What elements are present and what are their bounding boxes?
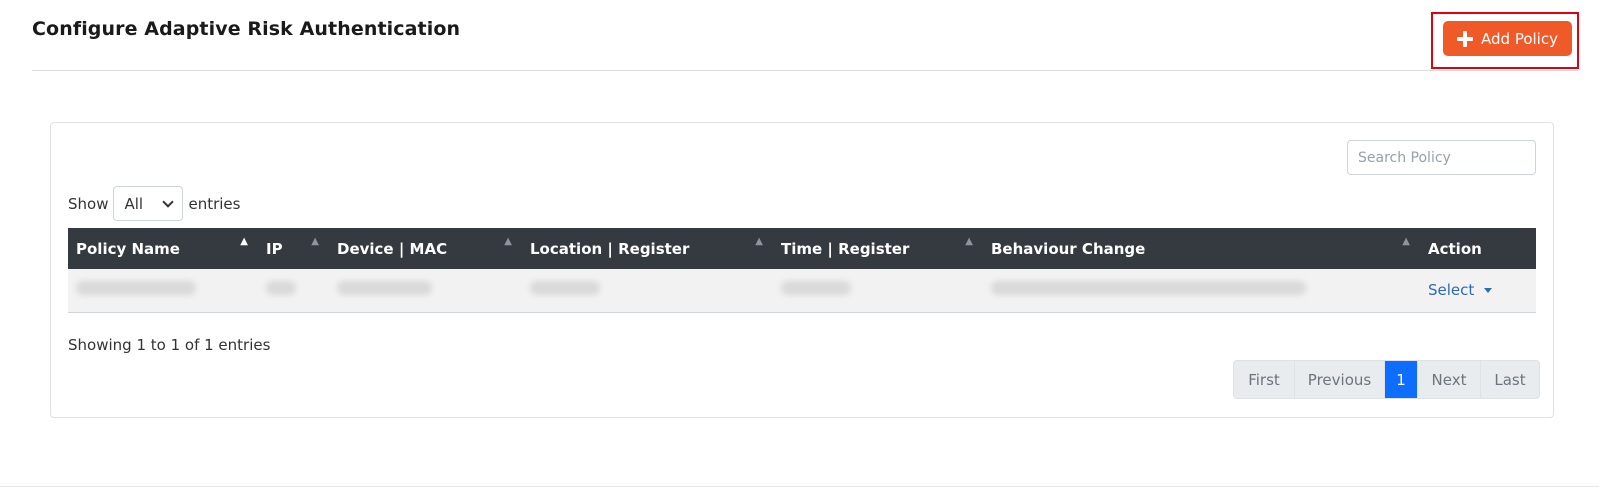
column-header-policy-name[interactable]: Policy Name ▲ — [68, 228, 258, 269]
cell-behaviour-redacted — [983, 269, 1420, 313]
column-header-behaviour-change[interactable]: Behaviour Change ▲ — [983, 228, 1420, 269]
sort-icon: ▲ — [755, 236, 763, 247]
pagination: First Previous 1 Next Last — [1233, 360, 1540, 399]
column-header-time-register[interactable]: Time | Register ▲ — [773, 228, 983, 269]
entries-length-control: Show All entries — [68, 186, 240, 221]
chevron-down-icon — [162, 195, 175, 208]
sort-icon: ▲ — [965, 236, 973, 247]
column-header-device-mac[interactable]: Device | MAC ▲ — [329, 228, 522, 269]
column-header-location-register[interactable]: Location | Register ▲ — [522, 228, 773, 269]
pagination-page-1[interactable]: 1 — [1384, 361, 1417, 398]
cell-policy-name-redacted — [68, 269, 258, 313]
show-label: Show — [68, 194, 109, 213]
entries-label: entries — [188, 194, 241, 213]
pagination-next[interactable]: Next — [1417, 361, 1480, 398]
cell-action: Select — [1420, 269, 1536, 313]
row-action-select[interactable]: Select — [1428, 281, 1493, 299]
redacted-text — [991, 281, 1306, 296]
table-row: Select — [68, 269, 1536, 313]
add-policy-label: Add Policy — [1481, 29, 1558, 48]
table-info: Showing 1 to 1 of 1 entries — [68, 336, 271, 354]
caret-down-icon — [1484, 287, 1493, 293]
column-header-action: Action — [1420, 228, 1536, 269]
sort-asc-icon: ▲ — [240, 236, 248, 247]
plus-icon — [1457, 30, 1474, 47]
redacted-text — [337, 281, 432, 296]
title-divider — [32, 70, 1578, 71]
pagination-previous[interactable]: Previous — [1294, 361, 1384, 398]
sort-icon: ▲ — [504, 236, 512, 247]
redacted-text — [530, 281, 600, 296]
cell-ip-redacted — [258, 269, 329, 313]
pagination-last[interactable]: Last — [1480, 361, 1539, 398]
entries-select[interactable]: All — [113, 186, 184, 221]
redacted-text — [781, 281, 851, 296]
cell-time-redacted — [773, 269, 983, 313]
search-input[interactable] — [1347, 140, 1536, 175]
pagination-first[interactable]: First — [1234, 361, 1294, 398]
sort-icon: ▲ — [311, 236, 319, 247]
redacted-text — [266, 281, 296, 296]
entries-select-value: All — [124, 194, 144, 213]
policy-table: Policy Name ▲ IP ▲ Device | MAC ▲ Location … — [68, 228, 1536, 313]
page-title: Configure Adaptive Risk Authentication — [32, 18, 461, 40]
sort-icon: ▲ — [1402, 236, 1410, 247]
column-header-ip[interactable]: IP ▲ — [258, 228, 329, 269]
redacted-text — [76, 281, 196, 296]
cell-device-redacted — [329, 269, 522, 313]
cell-location-redacted — [522, 269, 773, 313]
add-policy-button[interactable]: Add Policy — [1443, 21, 1572, 56]
